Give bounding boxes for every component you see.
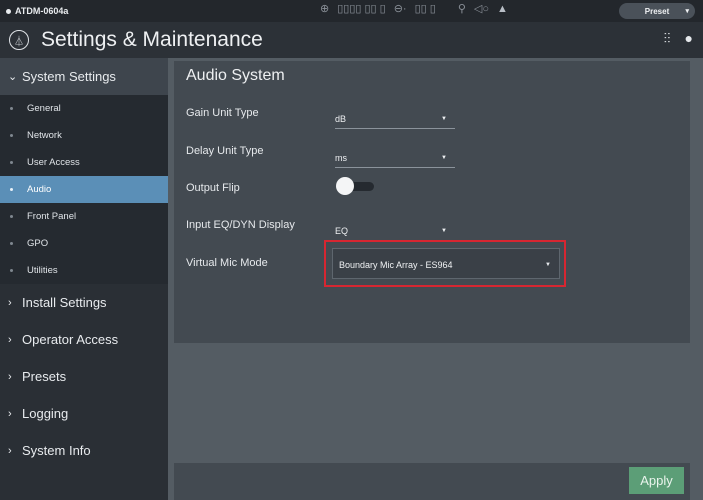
top-status-bar: ATDM-0604a ⊕ ▯▯▯▯ ▯▯ ▯ ⊖· ▯▯ ▯ ⚲ ◁○ ▲ Pr… — [0, 0, 703, 22]
dropdown-arrow-icon: ▼ — [441, 155, 447, 161]
input-eq-select[interactable]: EQ ▼ — [335, 218, 455, 241]
sidebar-section-label: System Info — [22, 443, 91, 458]
user-icon[interactable]: ● — [685, 30, 693, 47]
footer-bar — [174, 463, 690, 500]
brand-logo-icon: ⏃ — [9, 30, 29, 50]
chevron-right-icon: › — [8, 444, 12, 457]
delay-unit-select[interactable]: ms ▼ — [335, 145, 455, 168]
bullet-icon — [10, 161, 13, 164]
bullet-icon — [10, 242, 13, 245]
sidebar-section-system-settings[interactable]: ⌄ System Settings — [0, 58, 168, 95]
link-icon: ⚲ — [457, 3, 466, 15]
chevron-right-icon: › — [8, 407, 12, 420]
chevron-right-icon: › — [8, 296, 12, 309]
panel-title: Audio System — [186, 67, 285, 84]
sidebar-section-label: Logging — [22, 406, 69, 421]
status-icons: ⊕ ▯▯▯▯ ▯▯ ▯ ⊖· ▯▯ ▯ ⚲ ◁○ ▲ — [320, 2, 508, 16]
meter-icon: ▯▯▯▯ ▯▯ ▯ — [337, 3, 386, 15]
sidebar-item-user-access[interactable]: User Access — [0, 149, 168, 176]
main-content: Audio System Gain Unit Type dB ▼ Delay U… — [168, 58, 703, 500]
level-icon: ▯▯ ▯ — [414, 3, 436, 15]
caret-down-icon: ▾ — [685, 8, 689, 15]
chevron-right-icon: › — [8, 333, 12, 346]
apply-button[interactable]: Apply — [629, 467, 684, 494]
bullet-icon — [10, 269, 13, 272]
sidebar-item-label: Utilities — [27, 265, 58, 276]
device-name: ATDM-0604a — [15, 6, 69, 16]
virtual-mic-select[interactable]: Boundary Mic Array - ES964 ▼ — [332, 248, 560, 279]
chevron-down-icon: ⌄ — [8, 71, 18, 83]
sidebar: ⌄ System Settings General Network User A… — [0, 58, 168, 500]
virtual-mic-value: Boundary Mic Array - ES964 — [339, 260, 453, 270]
delay-unit-value: ms — [335, 153, 347, 163]
sidebar-item-label: Audio — [27, 184, 52, 195]
sidebar-item-label: User Access — [27, 157, 80, 168]
mixer-icon[interactable]: ⫶⫶ — [664, 30, 671, 47]
sidebar-item-label: Network — [27, 130, 62, 141]
bullet-icon — [10, 134, 13, 137]
sidebar-section-presets[interactable]: › Presets — [0, 358, 168, 395]
sidebar-section-logging[interactable]: › Logging — [0, 395, 168, 432]
sidebar-section-label: System Settings — [22, 69, 116, 84]
dropdown-arrow-icon: ▼ — [441, 228, 447, 234]
dropdown-arrow-icon: ▼ — [441, 116, 447, 122]
bullet-icon — [10, 188, 13, 191]
sidebar-item-label: GPO — [27, 238, 49, 249]
sidebar-item-network[interactable]: Network — [0, 122, 168, 149]
audio-system-panel: Audio System Gain Unit Type dB ▼ Delay U… — [174, 61, 690, 343]
virtual-mic-label: Virtual Mic Mode — [186, 257, 268, 269]
sidebar-section-install-settings[interactable]: › Install Settings — [0, 284, 168, 321]
toggle-knob — [336, 177, 354, 195]
sidebar-section-label: Operator Access — [22, 332, 119, 347]
bullet-icon — [10, 107, 13, 110]
sidebar-section-label: Presets — [22, 369, 67, 384]
gain-unit-value: dB — [335, 114, 347, 124]
sidebar-section-system-info[interactable]: › System Info — [0, 432, 168, 469]
header: ⏃ Settings & Maintenance ⫶⫶ ● — [0, 22, 703, 58]
input-eq-value: EQ — [335, 226, 349, 236]
network-icon: ⊕ — [320, 3, 330, 15]
status-dot-icon — [6, 8, 11, 14]
sidebar-item-label: General — [27, 103, 61, 114]
device-indicator: ATDM-0604a — [6, 6, 68, 16]
page-title: Settings & Maintenance — [41, 28, 263, 51]
gain-unit-select[interactable]: dB ▼ — [335, 106, 455, 129]
output-flip-toggle[interactable] — [336, 177, 376, 195]
preset-label: Preset — [644, 6, 670, 16]
bullet-icon — [10, 215, 13, 218]
mute-icon: ◁○ — [473, 3, 489, 15]
sidebar-section-operator-access[interactable]: › Operator Access — [0, 321, 168, 358]
preset-button[interactable]: Preset ▾ — [619, 3, 695, 19]
connection-icon: ⊖· — [393, 3, 407, 15]
sidebar-item-label: Front Panel — [27, 211, 77, 222]
virtual-mic-highlight: Boundary Mic Array - ES964 ▼ — [324, 240, 566, 287]
gain-unit-label: Gain Unit Type — [186, 107, 259, 119]
delay-unit-label: Delay Unit Type — [186, 145, 264, 157]
dropdown-arrow-icon: ▼ — [545, 262, 551, 268]
chevron-right-icon: › — [8, 370, 12, 383]
warning-icon: ▲ — [497, 2, 508, 15]
sidebar-section-label: Install Settings — [22, 295, 107, 310]
sidebar-item-audio[interactable]: Audio — [0, 176, 168, 203]
sidebar-item-gpo[interactable]: GPO — [0, 230, 168, 257]
sidebar-item-utilities[interactable]: Utilities — [0, 257, 168, 284]
sidebar-item-general[interactable]: General — [0, 95, 168, 122]
sidebar-item-front-panel[interactable]: Front Panel — [0, 203, 168, 230]
output-flip-label: Output Flip — [186, 182, 240, 194]
input-eq-label: Input EQ/DYN Display — [186, 219, 295, 231]
